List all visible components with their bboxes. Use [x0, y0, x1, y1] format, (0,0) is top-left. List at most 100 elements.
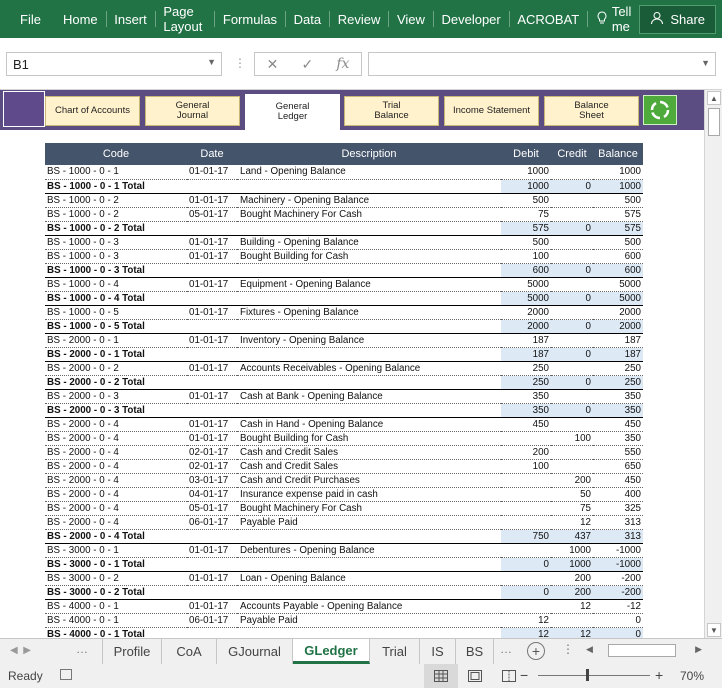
- file-tab[interactable]: File: [0, 12, 55, 27]
- cell-credit[interactable]: 437: [551, 529, 593, 544]
- cell-debit[interactable]: 5000: [501, 277, 551, 292]
- cell-balance[interactable]: 550: [593, 445, 643, 460]
- cell-balance[interactable]: 450: [593, 473, 643, 488]
- cell-date[interactable]: [187, 291, 237, 306]
- cell-date[interactable]: 03-01-17: [187, 473, 237, 488]
- cell-balance[interactable]: 5000: [593, 291, 643, 306]
- cell-credit[interactable]: [551, 417, 593, 432]
- chevron-down-icon[interactable]: ▼: [701, 58, 710, 68]
- sheet-tab-coa[interactable]: CoA: [162, 639, 217, 664]
- add-sheet-icon[interactable]: +: [527, 642, 545, 660]
- cell-date[interactable]: [187, 319, 237, 334]
- cell-credit[interactable]: 1000: [551, 543, 593, 558]
- cell-credit[interactable]: 12: [551, 627, 593, 638]
- cell-code[interactable]: BS - 3000 - 0 - 2 Total: [45, 585, 187, 600]
- cell-desc[interactable]: [237, 529, 501, 544]
- cell-date[interactable]: 02-01-17: [187, 445, 237, 460]
- cell-credit[interactable]: [551, 235, 593, 250]
- cell-code[interactable]: BS - 1000 - 0 - 1: [45, 165, 187, 180]
- cell-desc[interactable]: [237, 375, 501, 390]
- cell-debit[interactable]: 1000: [501, 165, 551, 180]
- cell-code[interactable]: BS - 2000 - 0 - 1 Total: [45, 347, 187, 362]
- zoom-out-icon[interactable]: −: [520, 667, 528, 683]
- cell-code[interactable]: BS - 1000 - 0 - 5 Total: [45, 319, 187, 334]
- cell-desc[interactable]: [237, 627, 501, 638]
- cell-code[interactable]: BS - 1000 - 0 - 3 Total: [45, 263, 187, 278]
- cell-code[interactable]: BS - 2000 - 0 - 2 Total: [45, 375, 187, 390]
- cell-code[interactable]: BS - 2000 - 0 - 2: [45, 361, 187, 376]
- cell-debit[interactable]: 500: [501, 235, 551, 250]
- cell-debit[interactable]: 350: [501, 403, 551, 418]
- cell-debit[interactable]: [501, 599, 551, 614]
- header-debit[interactable]: Debit: [501, 143, 551, 165]
- cell-desc[interactable]: [237, 403, 501, 418]
- cell-credit[interactable]: [551, 361, 593, 376]
- cell-balance[interactable]: -1000: [593, 557, 643, 572]
- cell-balance[interactable]: -12: [593, 599, 643, 614]
- cell-credit[interactable]: [551, 389, 593, 404]
- cell-desc[interactable]: Cash at Bank - Opening Balance: [237, 389, 501, 404]
- header-code[interactable]: Code: [45, 143, 187, 165]
- cell-debit[interactable]: [501, 487, 551, 502]
- cell-date[interactable]: 01-01-17: [187, 417, 237, 432]
- cell-debit[interactable]: 1000: [501, 179, 551, 194]
- cell-date[interactable]: 01-01-17: [187, 361, 237, 376]
- cell-balance[interactable]: 2000: [593, 319, 643, 334]
- cell-debit[interactable]: 350: [501, 389, 551, 404]
- cell-date[interactable]: [187, 585, 237, 600]
- cell-date[interactable]: 01-01-17: [187, 249, 237, 264]
- cell-desc[interactable]: Land - Opening Balance: [237, 165, 501, 180]
- cell-balance[interactable]: 0: [593, 627, 643, 638]
- header-description[interactable]: Description: [237, 143, 501, 165]
- cell-code[interactable]: BS - 2000 - 0 - 4: [45, 501, 187, 516]
- cell-desc[interactable]: Accounts Receivables - Opening Balance: [237, 361, 501, 376]
- cell-date[interactable]: [187, 529, 237, 544]
- cell-desc[interactable]: Machinery - Opening Balance: [237, 193, 501, 208]
- cell-date[interactable]: [187, 263, 237, 278]
- cell-debit[interactable]: 2000: [501, 305, 551, 320]
- cell-code[interactable]: BS - 2000 - 0 - 3: [45, 389, 187, 404]
- cell-date[interactable]: [187, 403, 237, 418]
- nav-trial-balance-button[interactable]: Trial Balance: [344, 96, 439, 126]
- cell-debit[interactable]: 100: [501, 459, 551, 474]
- cell-date[interactable]: 06-01-17: [187, 613, 237, 628]
- nav-income-statement-button[interactable]: Income Statement: [444, 96, 539, 126]
- cell-code[interactable]: BS - 4000 - 0 - 1: [45, 613, 187, 628]
- cell-balance[interactable]: -200: [593, 571, 643, 586]
- cell-credit[interactable]: 0: [551, 319, 593, 334]
- cell-debit[interactable]: [501, 431, 551, 446]
- cell-debit[interactable]: 2000: [501, 319, 551, 334]
- cell-date[interactable]: 01-01-17: [187, 305, 237, 320]
- normal-view-icon[interactable]: [424, 664, 458, 688]
- cell-credit[interactable]: [551, 207, 593, 222]
- header-balance[interactable]: Balance: [593, 143, 643, 165]
- sheet-tab-trial[interactable]: Trial: [370, 639, 420, 664]
- cell-desc[interactable]: Insurance expense paid in cash: [237, 487, 501, 502]
- cell-date[interactable]: [187, 347, 237, 362]
- nav-general-journal-button[interactable]: General Journal: [145, 96, 240, 126]
- cell-balance[interactable]: 500: [593, 235, 643, 250]
- zoom-in-icon[interactable]: +: [655, 667, 663, 683]
- cell-code[interactable]: BS - 4000 - 0 - 1 Total: [45, 627, 187, 638]
- cell-date[interactable]: 01-01-17: [187, 277, 237, 292]
- cell-desc[interactable]: Payable Paid: [237, 613, 501, 628]
- scroll-down-icon[interactable]: ▼: [707, 623, 721, 637]
- cell-credit[interactable]: [551, 613, 593, 628]
- scroll-left-icon[interactable]: ◀: [586, 644, 593, 655]
- nav-chart-of-accounts-button[interactable]: Chart of Accounts: [45, 96, 140, 126]
- cell-credit[interactable]: 200: [551, 585, 593, 600]
- cell-balance[interactable]: 1000: [593, 179, 643, 194]
- cell-date[interactable]: 01-01-17: [187, 193, 237, 208]
- cell-desc[interactable]: [237, 347, 501, 362]
- cell-date[interactable]: 06-01-17: [187, 515, 237, 530]
- cell-balance[interactable]: 350: [593, 389, 643, 404]
- cell-debit[interactable]: 0: [501, 585, 551, 600]
- header-credit[interactable]: Credit: [551, 143, 593, 165]
- cell-code[interactable]: BS - 3000 - 0 - 2: [45, 571, 187, 586]
- cell-balance[interactable]: 350: [593, 403, 643, 418]
- refresh-button[interactable]: [643, 95, 677, 125]
- page-layout-view-icon[interactable]: [458, 664, 492, 688]
- cell-debit[interactable]: 187: [501, 333, 551, 348]
- cell-code[interactable]: BS - 2000 - 0 - 4: [45, 515, 187, 530]
- sheet-tab-bs[interactable]: BS: [456, 639, 494, 664]
